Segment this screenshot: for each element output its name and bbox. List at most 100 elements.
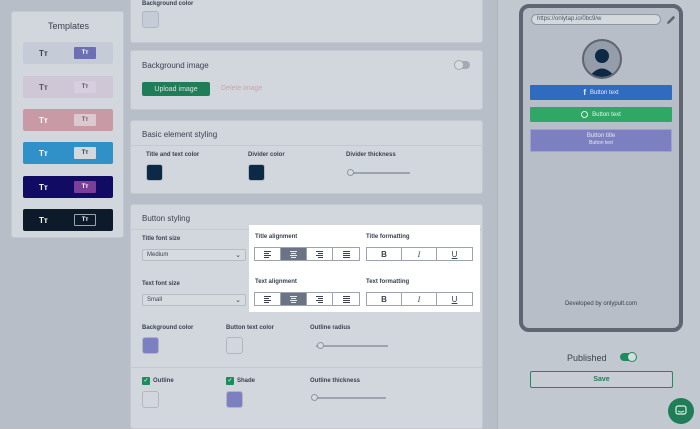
button-styling-divider-2 xyxy=(131,367,484,368)
edit-icon[interactable] xyxy=(665,13,677,25)
italic-button[interactable]: I xyxy=(402,248,437,260)
template-title-sample: Tт xyxy=(39,48,48,58)
align-right-button[interactable] xyxy=(307,248,333,260)
template-option[interactable]: Tт Tт xyxy=(23,142,113,164)
outline-radius-label: Outline radius xyxy=(310,325,351,331)
title-alignment-group xyxy=(254,247,360,261)
chevron-down-icon: ⌄ xyxy=(235,252,241,259)
title-font-size-value: Medium xyxy=(147,252,169,258)
align-center-icon xyxy=(290,295,297,303)
divider-color-swatch[interactable] xyxy=(248,164,265,181)
alignment-formatting-panel: Title alignment Title formatting B I U T… xyxy=(249,225,480,312)
template-button-sample: Tт xyxy=(74,181,96,193)
template-option[interactable]: Tт Tт xyxy=(23,109,113,131)
underline-button[interactable]: U xyxy=(437,293,472,305)
template-title-sample: Tт xyxy=(39,82,48,92)
url-bar[interactable]: https://onlytap.io/0bc9/w xyxy=(531,14,661,25)
text-font-size-label: Text font size xyxy=(142,281,180,287)
button3-title: Button title xyxy=(586,133,616,139)
template-option[interactable]: Tт Tт xyxy=(23,42,113,64)
shade-checkbox[interactable]: ✓ xyxy=(226,377,234,385)
preview-facebook-button[interactable]: f Button text xyxy=(530,85,672,100)
outline-thickness-slider[interactable] xyxy=(311,394,386,401)
divider-thickness-slider[interactable] xyxy=(347,169,410,176)
bold-icon: B xyxy=(381,294,387,304)
delete-image-link[interactable]: Delete image xyxy=(221,85,262,92)
basic-styling-divider xyxy=(131,145,484,146)
title-formatting-group: B I U xyxy=(366,247,473,261)
whatsapp-icon xyxy=(581,111,589,118)
title-text-color-swatch[interactable] xyxy=(146,164,163,181)
published-toggle[interactable] xyxy=(620,352,637,362)
text-font-size-select[interactable]: Small ⌄ xyxy=(142,294,246,306)
upload-image-button[interactable]: Upload image xyxy=(142,82,210,96)
bold-button[interactable]: B xyxy=(367,248,402,260)
background-color-label: Background color xyxy=(142,1,194,7)
phone-preview: https://onlytap.io/0bc9/w f Button text … xyxy=(519,4,683,332)
outline-thickness-knob[interactable] xyxy=(311,394,318,401)
toggle-knob xyxy=(454,60,464,70)
preview-custom-button[interactable]: Button title Button text xyxy=(530,129,672,152)
template-button-sample: Tт xyxy=(74,81,96,93)
divider-thickness-knob[interactable] xyxy=(347,169,354,176)
text-alignment-group xyxy=(254,292,360,306)
facebook-icon: f xyxy=(583,88,586,97)
background-image-title: Background image xyxy=(142,61,209,70)
title-alignment-label: Title alignment xyxy=(255,234,298,240)
chat-button[interactable] xyxy=(668,398,694,424)
title-font-size-label: Title font size xyxy=(142,236,181,242)
bold-button[interactable]: B xyxy=(367,293,402,305)
template-option[interactable]: Tт Tт xyxy=(23,209,113,231)
align-justify-button[interactable] xyxy=(333,293,359,305)
outline-radius-knob[interactable] xyxy=(317,342,324,349)
template-button-sample: Tт xyxy=(74,147,96,159)
profile-avatar[interactable] xyxy=(582,39,622,79)
background-image-toggle[interactable] xyxy=(454,60,470,70)
published-label: Published xyxy=(567,353,607,363)
underline-button[interactable]: U xyxy=(437,248,472,260)
template-option[interactable]: Tт Tт xyxy=(23,76,113,98)
align-left-button[interactable] xyxy=(255,248,281,260)
button-background-color-swatch[interactable] xyxy=(142,337,159,354)
align-left-button[interactable] xyxy=(255,293,281,305)
title-font-size-select[interactable]: Medium ⌄ xyxy=(142,249,246,261)
save-label: Save xyxy=(593,376,610,383)
basic-styling-card: Basic element styling Title and text col… xyxy=(130,120,484,194)
template-title-sample: Tт xyxy=(39,215,48,225)
save-button[interactable]: Save xyxy=(530,371,673,388)
shade-color-swatch[interactable] xyxy=(226,391,243,408)
background-color-swatch[interactable] xyxy=(142,11,159,28)
divider-color-label: Divider color xyxy=(248,152,285,158)
bold-icon: B xyxy=(381,249,387,259)
preview-footer: Developed by onlypult.com xyxy=(564,301,638,307)
outline-radius-slider[interactable] xyxy=(316,342,388,349)
title-text-color-label: Title and text color xyxy=(146,152,200,158)
template-option[interactable]: Tт Tт xyxy=(23,176,113,198)
align-center-button[interactable] xyxy=(281,248,307,260)
button-text-color-swatch[interactable] xyxy=(226,337,243,354)
align-justify-icon xyxy=(342,250,350,258)
outline-label: Outline xyxy=(153,378,174,384)
toggle-knob xyxy=(627,352,637,362)
basic-styling-title: Basic element styling xyxy=(142,130,218,139)
outline-checkbox[interactable]: ✓ xyxy=(142,377,150,385)
user-icon xyxy=(589,49,615,77)
align-left-icon xyxy=(264,250,271,258)
italic-button[interactable]: I xyxy=(402,293,437,305)
button-text-color-label: Button text color xyxy=(226,325,274,331)
button1-text: Button text xyxy=(589,89,619,96)
preview-whatsapp-button[interactable]: Button text xyxy=(530,107,672,122)
align-justify-button[interactable] xyxy=(333,248,359,260)
align-right-button[interactable] xyxy=(307,293,333,305)
url-text: https://onlytap.io/0bc9/w xyxy=(537,16,602,22)
button2-text: Button text xyxy=(592,111,621,118)
underline-icon: U xyxy=(451,249,458,259)
background-image-card: Background image Upload image Delete ima… xyxy=(130,50,483,110)
outline-color-swatch[interactable] xyxy=(142,391,159,408)
align-center-button[interactable] xyxy=(281,293,307,305)
align-justify-icon xyxy=(342,295,350,303)
align-center-icon xyxy=(290,250,297,258)
upload-image-label: Upload image xyxy=(154,85,198,93)
text-font-size-value: Small xyxy=(147,297,163,303)
italic-icon: I xyxy=(417,249,421,259)
